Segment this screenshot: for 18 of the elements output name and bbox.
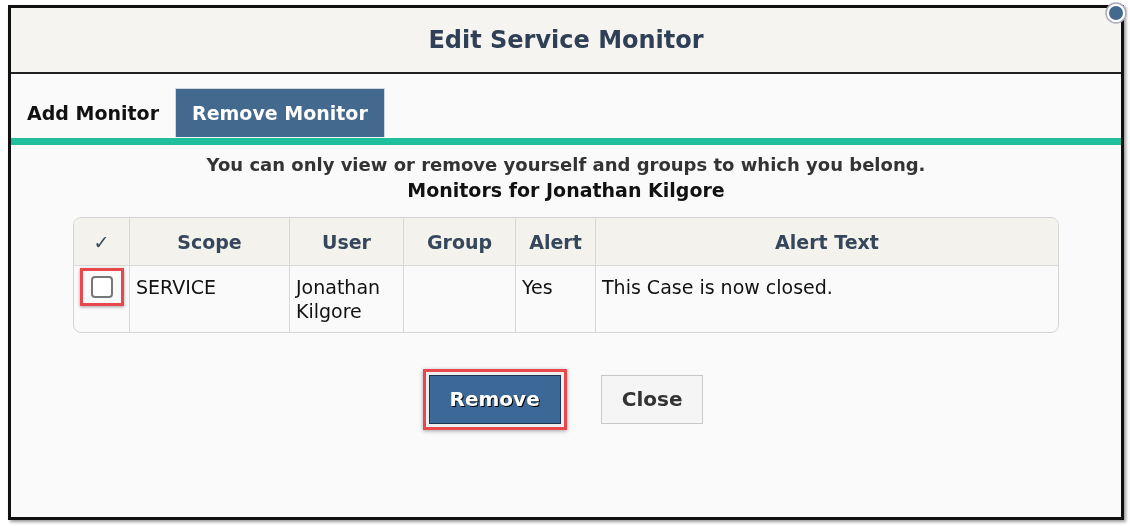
column-header: Group xyxy=(404,218,516,266)
notice-text: You can only view or remove yourself and groups to which you belong. xyxy=(205,154,927,175)
column-header: Alert xyxy=(516,218,596,266)
table-cell: Jonathan Kilgore xyxy=(296,276,381,322)
column-header: Scope xyxy=(130,218,290,266)
tab[interactable]: Remove Monitor xyxy=(175,88,385,137)
column-header: ✓ xyxy=(74,218,130,266)
table-cell: Yes xyxy=(522,276,553,298)
column-header: Alert Text xyxy=(596,218,1058,266)
column-header: User xyxy=(290,218,404,266)
close-button[interactable]: Close xyxy=(600,374,704,424)
dialog-title: Edit Service Monitor xyxy=(428,26,704,54)
table-cell: This Case is now closed. xyxy=(602,276,833,298)
remove-button[interactable]: Remove xyxy=(428,374,561,424)
checkbox[interactable] xyxy=(90,276,113,298)
subtitle: Monitors for Jonathan Kilgore xyxy=(406,179,726,201)
table-cell: SERVICE xyxy=(136,276,217,298)
close-icon[interactable] xyxy=(1105,2,1127,24)
